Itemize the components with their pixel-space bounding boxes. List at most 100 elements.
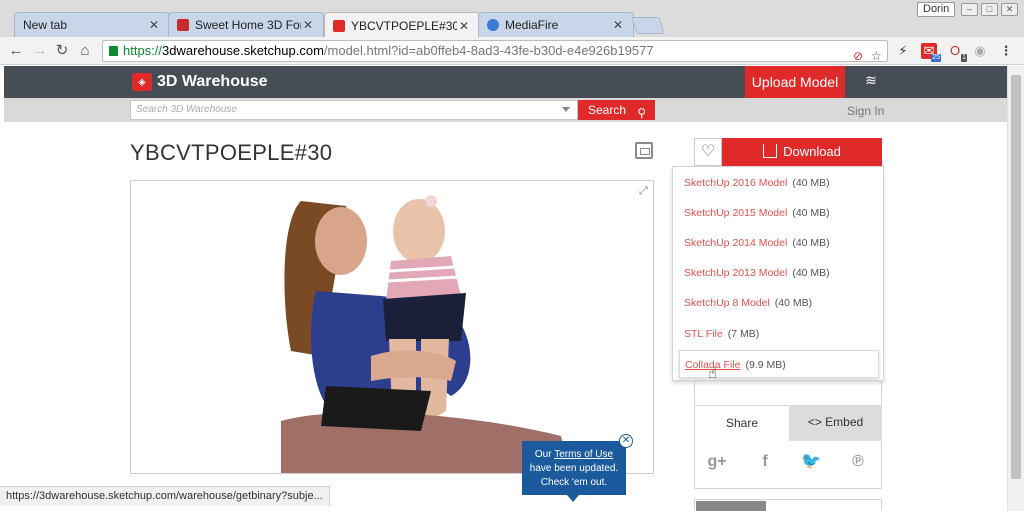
reload-icon[interactable]: ↻: [52, 41, 72, 61]
search-icon: ⚲: [637, 106, 646, 120]
lock-icon: [109, 46, 118, 56]
download-option-sketchup-2014[interactable]: SketchUp 2014 Model (40 MB): [679, 229, 879, 257]
option-format: SketchUp 2014 Model: [684, 237, 788, 249]
close-icon[interactable]: ✕: [611, 18, 625, 32]
url-scheme: https://: [123, 43, 163, 58]
option-size: (40 MB): [792, 207, 830, 219]
browser-toolbar: ← → ↻ ⌂ https://3dwarehouse.sketchup.com…: [0, 37, 1024, 65]
close-icon[interactable]: ✕: [457, 19, 471, 33]
close-icon[interactable]: ✕: [619, 434, 633, 448]
maximize-icon[interactable]: □: [981, 3, 998, 16]
opera-extension-icon[interactable]: O1: [947, 43, 967, 62]
download-option-stl[interactable]: STL File (7 MB): [679, 320, 879, 348]
gray-extension-icon[interactable]: ◉: [972, 43, 988, 59]
option-size: (40 MB): [774, 297, 813, 309]
site-header: ◈ 3D Warehouse Upload Model ≋: [4, 66, 1007, 98]
blocked-popup-icon[interactable]: ⊘: [853, 46, 863, 66]
heart-icon[interactable]: ♡: [694, 138, 722, 166]
download-menu: SketchUp 2016 Model (40 MB) SketchUp 2015…: [672, 166, 884, 381]
option-size: (40 MB): [792, 237, 830, 249]
hand-cursor-icon: ☝: [708, 365, 718, 382]
model-preview-image: [281, 195, 571, 473]
notifications-icon[interactable]: ≋: [861, 72, 881, 92]
download-icon: [763, 144, 778, 158]
search-button[interactable]: Search ⚲: [578, 100, 655, 120]
status-bar-url: https://3dwarehouse.sketchup.com/warehou…: [0, 486, 330, 506]
url-host: 3dwarehouse.sketchup.com: [162, 43, 324, 58]
option-format: SketchUp 8 Model: [684, 297, 770, 309]
terms-popup: Our Terms of Use have been updated. Chec…: [522, 441, 626, 502]
option-size: (40 MB): [792, 177, 830, 189]
fullscreen-icon[interactable]: ⤢: [639, 185, 648, 198]
pinterest-icon[interactable]: ℗: [848, 452, 868, 472]
site-logo[interactable]: ◈ 3D Warehouse: [132, 71, 268, 93]
download-option-sketchup-2015[interactable]: SketchUp 2015 Model (40 MB): [679, 199, 879, 227]
tab-ybcvtpoeple[interactable]: YBCVTPOEPLE#30 - ✕: [324, 12, 480, 38]
download-label: Download: [783, 144, 841, 159]
thumbnail-image: [696, 501, 766, 511]
lightning-extension-icon[interactable]: ⚡: [895, 43, 911, 59]
upload-model-button[interactable]: Upload Model: [745, 66, 845, 98]
close-window-icon[interactable]: ✕: [1001, 3, 1018, 16]
search-bar-row: Search 3D Warehouse Search ⚲ Sign In: [4, 98, 1007, 122]
scrollbar-thumb[interactable]: [1011, 75, 1021, 479]
facebook-icon[interactable]: f: [755, 452, 775, 472]
related-model-thumbnail[interactable]: [694, 499, 882, 511]
tab-label: New tab: [23, 18, 68, 32]
google-plus-icon[interactable]: g+: [707, 452, 727, 472]
terms-of-use-link[interactable]: Terms of Use: [554, 449, 613, 460]
3d-warehouse-favicon-icon: [333, 19, 345, 32]
terms-line-1: Our Terms of Use: [522, 448, 626, 462]
profile-button[interactable]: Dorin: [917, 2, 956, 17]
download-option-sketchup-2016[interactable]: SketchUp 2016 Model (40 MB): [679, 169, 879, 197]
chevron-down-icon[interactable]: [562, 107, 570, 112]
option-size: (40 MB): [792, 267, 830, 279]
search-input[interactable]: Search 3D Warehouse: [130, 100, 578, 120]
tab-share[interactable]: Share: [694, 405, 789, 441]
url-path: /model.html?id=ab0ffeb4-8ad3-43fe-b30d-e…: [323, 43, 654, 58]
extension-badge: 1: [961, 54, 967, 62]
terms-line-2: have been updated.: [529, 463, 619, 474]
page-scrollbar[interactable]: [1007, 66, 1024, 511]
download-option-sketchup-8[interactable]: SketchUp 8 Model (40 MB): [679, 289, 879, 317]
forward-arrow-icon[interactable]: →: [30, 41, 50, 61]
close-icon[interactable]: ✕: [301, 18, 315, 32]
terms-line-3: Check 'em out.: [540, 477, 608, 488]
page-viewport: ◈ 3D Warehouse Upload Model ≋ Search 3D …: [4, 66, 1007, 511]
new-tab-button[interactable]: [631, 17, 665, 34]
tab-sweet-home[interactable]: Sweet Home 3D For ✕: [168, 12, 324, 37]
tab-mediafire[interactable]: MediaFire ✕: [478, 12, 634, 37]
home-icon[interactable]: ⌂: [75, 41, 95, 61]
option-size: (7 MB): [727, 328, 760, 340]
option-size: (9.9 MB): [745, 359, 786, 371]
logo-text: 3D Warehouse: [157, 73, 268, 90]
extension-red-icon[interactable]: ✉ 25: [921, 43, 941, 62]
option-format: SketchUp 2016 Model: [684, 177, 788, 189]
tab-new-tab[interactable]: New tab ✕: [14, 12, 170, 37]
model-viewer[interactable]: ⤢: [130, 180, 654, 474]
tab-label: Sweet Home 3D For: [195, 18, 301, 32]
download-option-sketchup-2013[interactable]: SketchUp 2013 Model (40 MB): [679, 259, 879, 287]
address-bar[interactable]: https://3dwarehouse.sketchup.com/model.h…: [102, 40, 888, 63]
page-title: YBCVTPOEPLE#30: [130, 140, 333, 165]
sign-in-link[interactable]: Sign In: [847, 104, 884, 118]
option-format: STL File: [684, 328, 723, 340]
back-arrow-icon[interactable]: ←: [6, 41, 26, 61]
mediafire-favicon-icon: [487, 19, 499, 31]
menu-dots-icon[interactable]: ⋮: [998, 43, 1014, 59]
search-button-label: Search: [588, 103, 627, 117]
3d-warehouse-logo-icon: ◈: [132, 73, 152, 91]
terms-prefix: Our: [534, 449, 555, 460]
embed-preview-icon[interactable]: [635, 142, 653, 159]
sweet-home-favicon-icon: [177, 19, 189, 31]
option-format: SketchUp 2015 Model: [684, 207, 788, 219]
minimize-icon[interactable]: –: [961, 3, 978, 16]
tab-embed[interactable]: <> Embed: [789, 405, 882, 441]
bookmark-star-icon[interactable]: ☆: [871, 46, 882, 66]
download-button[interactable]: Download: [722, 138, 882, 166]
option-format: SketchUp 2013 Model: [684, 267, 788, 279]
browser-tab-strip: New tab ✕ Sweet Home 3D For ✕ YBCVTPOEPL…: [0, 0, 1024, 38]
close-icon[interactable]: ✕: [147, 18, 161, 32]
twitter-icon[interactable]: 🐦: [801, 452, 821, 472]
tab-label: MediaFire: [505, 18, 559, 32]
